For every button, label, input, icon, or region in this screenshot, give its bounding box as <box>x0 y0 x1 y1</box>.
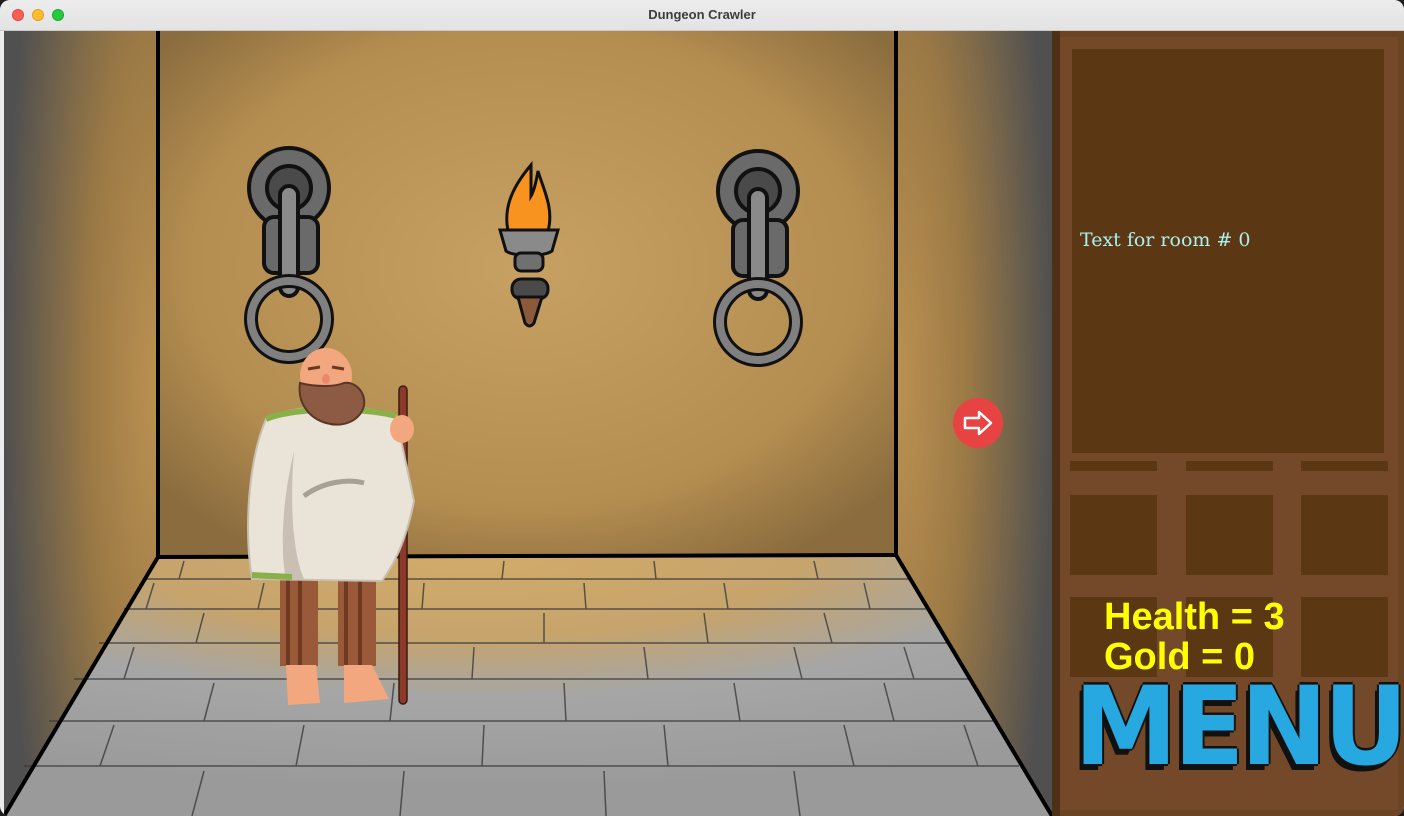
info-panel: Text for room # 0 Health = 3 Gold = 0 ME… <box>1052 31 1404 816</box>
title-bar: Dungeon Crawler <box>0 0 1404 31</box>
arrow-right-icon <box>963 410 993 436</box>
menu-button-label: MENU <box>1074 661 1404 791</box>
next-room-button[interactable] <box>953 398 1003 448</box>
window-title: Dungeon Crawler <box>648 7 756 22</box>
app-window: Dungeon Crawler Text for room # 0 Health… <box>0 0 1404 816</box>
menu-button[interactable]: MENU MENU <box>1070 668 1404 790</box>
room-description-text: Text for room # 0 <box>1080 229 1251 251</box>
health-label: Health = 3 <box>1104 596 1285 638</box>
floor <box>4 555 1052 816</box>
dungeon-scene <box>4 31 1052 816</box>
